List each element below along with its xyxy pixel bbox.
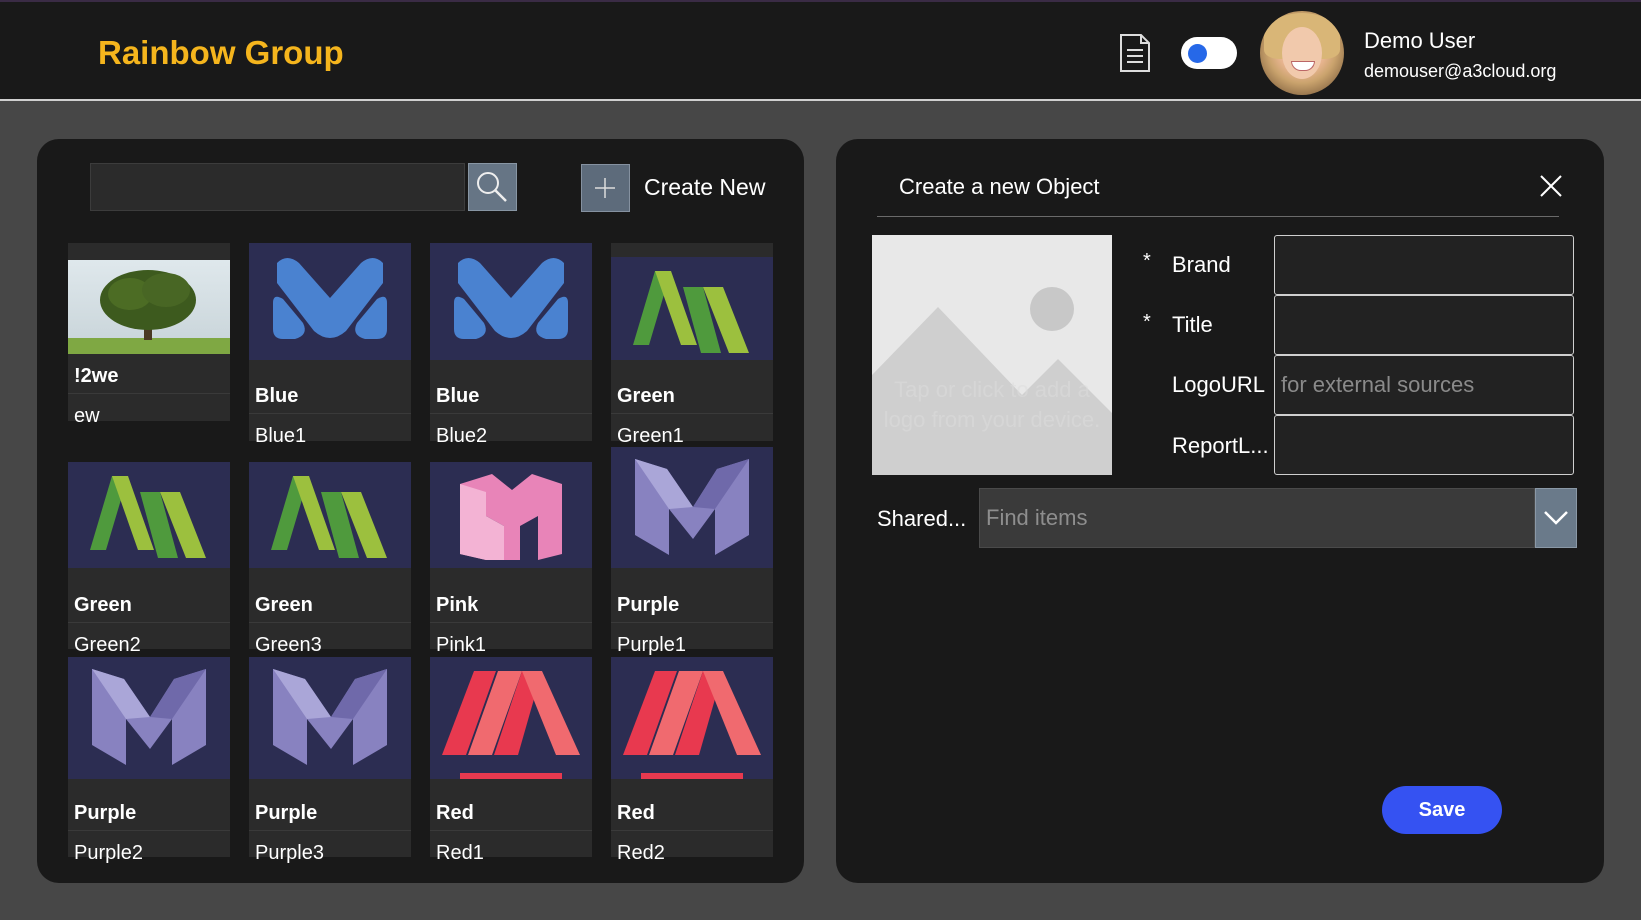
title-label: Title xyxy=(1172,312,1213,337)
create-new-button[interactable] xyxy=(581,164,630,212)
image-hint: Tap or click to add a logo from your dev… xyxy=(883,377,1101,432)
plus-icon xyxy=(595,178,615,198)
tree-photo-icon xyxy=(68,260,230,354)
image-placeholder-icon xyxy=(872,235,1112,475)
item-title: Pink1 xyxy=(436,634,487,656)
gallery-item[interactable]: Pink Pink1 xyxy=(430,462,592,656)
item-title: Green2 xyxy=(74,634,141,656)
gallery-item[interactable]: Purple Purple1 xyxy=(611,447,773,656)
item-title: Purple2 xyxy=(74,842,143,864)
gallery-item[interactable]: Purple Purple2 xyxy=(68,657,230,864)
purple-m-logo-icon xyxy=(611,447,773,568)
purple-m-logo-icon xyxy=(68,657,230,779)
create-new-label[interactable]: Create New xyxy=(644,174,765,201)
item-title: Blue2 xyxy=(436,425,488,447)
item-brand: Red xyxy=(436,802,474,824)
search-input[interactable] xyxy=(90,163,465,211)
toggle-knob xyxy=(1188,44,1207,63)
app-title: Rainbow Group xyxy=(98,34,344,71)
gallery-item[interactable]: Red Red2 xyxy=(611,657,773,864)
item-title: ew xyxy=(74,405,100,427)
avatar[interactable] xyxy=(1260,11,1344,95)
form-title: Create a new Object xyxy=(899,174,1100,199)
blue-m-logo-icon xyxy=(249,243,411,360)
gallery-item[interactable]: Blue Blue2 xyxy=(430,243,592,447)
item-title: Blue1 xyxy=(255,425,307,447)
blue-m-logo-icon xyxy=(430,243,592,360)
report-field[interactable] xyxy=(1274,415,1574,475)
item-brand: Purple xyxy=(74,802,137,824)
gallery-item[interactable]: Green Green1 xyxy=(611,243,773,447)
report-label: ReportL... xyxy=(1172,433,1269,458)
green-m-logo-icon xyxy=(611,257,773,360)
gallery-item[interactable]: Green Green3 xyxy=(249,462,411,656)
item-brand: Green xyxy=(74,594,132,616)
create-object-panel: Create a new Object Tap or click to add … xyxy=(836,139,1604,883)
user-email: demouser@a3cloud.org xyxy=(1364,61,1557,81)
save-button[interactable]: Save xyxy=(1382,786,1502,834)
shared-dropdown-button[interactable] xyxy=(1535,488,1577,548)
green-m-logo-icon xyxy=(249,462,411,568)
item-brand: Green xyxy=(255,594,313,616)
gallery-item[interactable]: Red Red1 xyxy=(430,657,592,864)
gallery-item[interactable]: Purple Purple3 xyxy=(249,657,411,864)
item-title: Green3 xyxy=(255,634,322,656)
item-brand: Blue xyxy=(436,385,480,407)
close-icon[interactable] xyxy=(1538,173,1564,199)
logo-image-upload[interactable]: Tap or click to add a logo from your dev… xyxy=(872,235,1112,475)
shared-label: Shared... xyxy=(877,506,967,531)
item-brand: Blue xyxy=(255,385,299,407)
item-brand: Purple xyxy=(617,594,680,616)
gallery-panel: Create New !2we ew Blue Blue1 Blue Blue2… xyxy=(37,139,804,883)
item-brand: Purple xyxy=(255,802,318,824)
title-field[interactable] xyxy=(1274,295,1574,355)
document-icon[interactable] xyxy=(1118,33,1152,73)
red-m-logo-icon xyxy=(430,657,592,779)
item-title: Green1 xyxy=(617,425,684,447)
chevron-down-icon xyxy=(1544,511,1568,525)
item-title: Purple1 xyxy=(617,634,686,656)
required-marker: * xyxy=(1143,250,1151,272)
item-title: Purple3 xyxy=(255,842,324,864)
green-m-logo-icon xyxy=(68,462,230,568)
logourl-label: LogoURL xyxy=(1172,372,1265,397)
item-brand: Pink xyxy=(436,594,479,616)
theme-toggle[interactable] xyxy=(1181,37,1237,69)
item-brand: !2we xyxy=(74,365,119,387)
item-title: Red2 xyxy=(617,842,665,864)
top-bar: Rainbow Group Demo User demouser@a3cloud… xyxy=(0,0,1641,101)
shared-combobox[interactable]: Find items xyxy=(979,488,1535,548)
gallery-item[interactable]: Green Green2 xyxy=(68,462,230,656)
gallery-item[interactable]: Blue Blue1 xyxy=(249,243,411,447)
brand-field[interactable] xyxy=(1274,235,1574,295)
purple-m-logo-icon xyxy=(249,657,411,779)
brand-label: Brand xyxy=(1172,252,1231,277)
required-marker: * xyxy=(1143,311,1151,333)
item-title: Red1 xyxy=(436,842,484,864)
logourl-field[interactable] xyxy=(1274,355,1574,415)
gallery-item[interactable]: !2we ew xyxy=(68,243,230,427)
user-name: Demo User xyxy=(1364,28,1476,53)
form-divider xyxy=(877,216,1559,217)
pink-m-logo-icon xyxy=(430,462,592,568)
search-button[interactable] xyxy=(468,163,517,211)
search-icon xyxy=(477,172,507,202)
item-brand: Green xyxy=(617,385,675,407)
red-m-logo-icon xyxy=(611,657,773,779)
item-brand: Red xyxy=(617,802,655,824)
